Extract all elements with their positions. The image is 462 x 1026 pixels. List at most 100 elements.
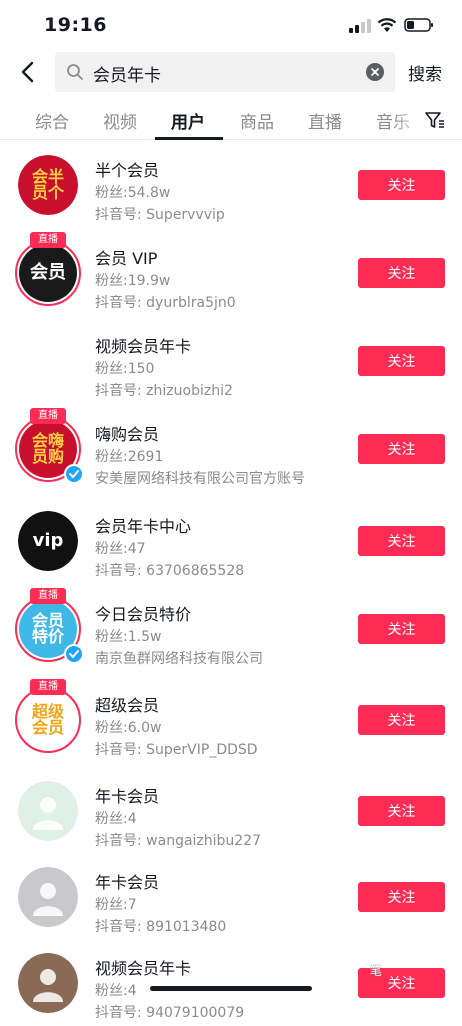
back-arrow-icon[interactable] bbox=[18, 60, 38, 84]
user-name[interactable]: 半个会员 bbox=[95, 157, 159, 181]
avatar-image: 会半员个 bbox=[18, 155, 78, 215]
avatar[interactable]: 会员 bbox=[15, 240, 81, 306]
user-name[interactable]: 年卡会员 bbox=[95, 783, 159, 807]
avatar-image bbox=[18, 331, 78, 391]
avatar[interactable]: 超级会员 bbox=[15, 687, 81, 753]
fan-count: 粉丝:54.8w bbox=[95, 185, 171, 201]
avatar-text: vip bbox=[32, 530, 64, 551]
follow-button[interactable]: 关注 bbox=[358, 882, 445, 912]
battery-icon bbox=[404, 18, 433, 32]
tab-bar: 综合 视频 用户 商品 直播 音乐 bbox=[0, 100, 462, 140]
avatar-image: 超级会员 bbox=[19, 691, 77, 749]
user-id-or-org: 抖音号: SuperVIP_DDSD bbox=[95, 742, 258, 758]
user-name[interactable]: 年卡会员 bbox=[95, 869, 159, 893]
avatar[interactable]: 会半员个 bbox=[18, 155, 78, 215]
tab-all[interactable]: 综合 bbox=[35, 108, 69, 133]
user-id-or-org: 抖音号: 891013480 bbox=[95, 919, 227, 935]
tab-goods[interactable]: 商品 bbox=[240, 108, 274, 133]
live-badge: 直播 bbox=[30, 408, 66, 424]
person-silhouette-icon bbox=[28, 962, 68, 1005]
verified-badge-icon bbox=[64, 644, 84, 664]
user-id-or-org: 安美屋网络科技有限公司官方账号 bbox=[95, 471, 305, 487]
fan-count: 粉丝:150 bbox=[95, 361, 155, 377]
follow-button[interactable]: 关注 bbox=[358, 796, 445, 826]
user-row[interactable]: 会员特价 直播今日会员特价粉丝:1.5w 南京鱼群网络科技有限公司 关注 bbox=[0, 584, 462, 672]
tab-video[interactable]: 视频 bbox=[103, 108, 137, 133]
live-badge: 直播 bbox=[30, 679, 66, 695]
home-indicator bbox=[150, 986, 312, 991]
user-name[interactable]: 今日会员特价 bbox=[95, 601, 191, 625]
search-header: 会员年卡 搜索 bbox=[0, 50, 462, 94]
avatar[interactable] bbox=[18, 953, 78, 1013]
filter-icon[interactable] bbox=[424, 110, 446, 130]
follow-button[interactable]: 关注 bbox=[358, 258, 445, 288]
user-row[interactable]: 会半员个 半个会员粉丝:54.8w 抖音号: Supervvvip 关注 bbox=[0, 140, 462, 228]
avatar-text: 会嗨员购 bbox=[31, 431, 64, 466]
avatar[interactable] bbox=[18, 867, 78, 927]
avatar-image: 会员 bbox=[19, 244, 77, 302]
user-row[interactable]: 超级会员 直播 超级会员 粉丝:6.0w 抖音号: SuperVIP_DDSD 关注 bbox=[0, 675, 462, 763]
avatar-text: 会员 bbox=[30, 262, 66, 283]
fan-count: 粉丝:7 bbox=[95, 897, 137, 913]
follow-button[interactable]: 关注 bbox=[358, 346, 445, 376]
user-id-or-org: 抖音号: dyurblra5jn0 bbox=[95, 295, 236, 311]
user-id-or-org: 抖音号: 94079100079 bbox=[95, 1005, 245, 1021]
tab-live[interactable]: 直播 bbox=[308, 108, 342, 133]
fan-count: 粉丝:4 bbox=[95, 811, 137, 827]
person-silhouette-icon bbox=[28, 340, 68, 383]
follow-button[interactable]: 关注 bbox=[358, 705, 445, 735]
follow-button[interactable]: 关注 bbox=[358, 434, 445, 464]
avatar[interactable]: vip bbox=[18, 511, 78, 571]
fan-count: 粉丝:19.9w bbox=[95, 273, 171, 289]
avatar-text: 会员特价 bbox=[31, 611, 64, 646]
user-name[interactable]: 超级会员 bbox=[95, 692, 159, 716]
avatar-image bbox=[18, 867, 78, 927]
wifi-icon bbox=[377, 18, 397, 32]
verified-badge-icon bbox=[64, 464, 84, 484]
user-row[interactable]: 年卡会员粉丝:4 抖音号: wangaizhibu227 关注 bbox=[0, 766, 462, 854]
fan-count: 粉丝:2691 bbox=[95, 449, 164, 465]
fan-count: 粉丝:47 bbox=[95, 541, 146, 557]
user-row[interactable]: 会嗨员购 直播嗨购会员粉丝:2691 安美屋网络科技有限公司官方账号 关注 bbox=[0, 404, 462, 492]
watermark: 笔 bbox=[370, 964, 383, 978]
user-id-or-org: 抖音号: zhizuobizhi2 bbox=[95, 383, 233, 399]
search-icon bbox=[67, 64, 83, 80]
search-query-text[interactable]: 会员年卡 bbox=[93, 61, 161, 86]
fan-count: 粉丝:1.5w bbox=[95, 629, 162, 645]
follow-button[interactable]: 关注 bbox=[358, 526, 445, 556]
user-name[interactable]: 会员 VIP bbox=[95, 245, 157, 269]
user-name[interactable]: 会员年卡中心 bbox=[95, 513, 191, 537]
user-name[interactable]: 视频会员年卡 bbox=[95, 955, 191, 979]
avatar[interactable] bbox=[18, 781, 78, 841]
user-row[interactable]: 视频会员年卡 粉丝:4 抖音号: 94079100079 关注 bbox=[0, 938, 462, 1026]
avatar[interactable] bbox=[18, 331, 78, 391]
user-id-or-org: 抖音号: 63706865528 bbox=[95, 563, 245, 579]
avatar-text: 超级会员 bbox=[31, 702, 64, 737]
follow-button[interactable]: 关注 bbox=[358, 170, 445, 200]
cellular-signal-icon bbox=[349, 19, 371, 33]
follow-button[interactable]: 关注 bbox=[358, 614, 445, 644]
person-silhouette-icon bbox=[28, 790, 68, 833]
user-id-or-org: 抖音号: Supervvvip bbox=[95, 207, 225, 223]
user-row[interactable]: 年卡会员粉丝:7 抖音号: 891013480 关注 bbox=[0, 852, 462, 940]
user-id-or-org: 南京鱼群网络科技有限公司 bbox=[95, 651, 263, 667]
search-button[interactable]: 搜索 bbox=[408, 60, 442, 85]
user-row[interactable]: vip 会员年卡中心粉丝:47 抖音号: 63706865528 关注 bbox=[0, 496, 462, 584]
user-row[interactable]: 视频会员年卡粉丝:150 抖音号: zhizuobizhi2 关注 bbox=[0, 316, 462, 404]
clear-icon[interactable] bbox=[366, 63, 384, 81]
user-row[interactable]: 会员 直播会员 VIP 粉丝:19.9w 抖音号: dyurblra5jn0 关注 bbox=[0, 228, 462, 316]
status-time: 19:16 bbox=[44, 14, 107, 36]
avatar-text: 会半员个 bbox=[31, 167, 64, 202]
user-name[interactable]: 嗨购会员 bbox=[95, 421, 159, 445]
status-bar: 19:16 bbox=[0, 0, 462, 50]
fan-count: 粉丝:4 bbox=[95, 983, 137, 999]
tab-user[interactable]: 用户 bbox=[171, 108, 205, 133]
avatar-image: vip bbox=[18, 511, 78, 571]
user-name[interactable]: 视频会员年卡 bbox=[95, 333, 191, 357]
avatar-image bbox=[18, 953, 78, 1013]
user-id-or-org: 抖音号: wangaizhibu227 bbox=[95, 833, 262, 849]
avatar-image bbox=[18, 781, 78, 841]
search-input[interactable]: 会员年卡 bbox=[55, 52, 395, 92]
live-badge: 直播 bbox=[30, 588, 66, 604]
live-badge: 直播 bbox=[30, 232, 66, 248]
